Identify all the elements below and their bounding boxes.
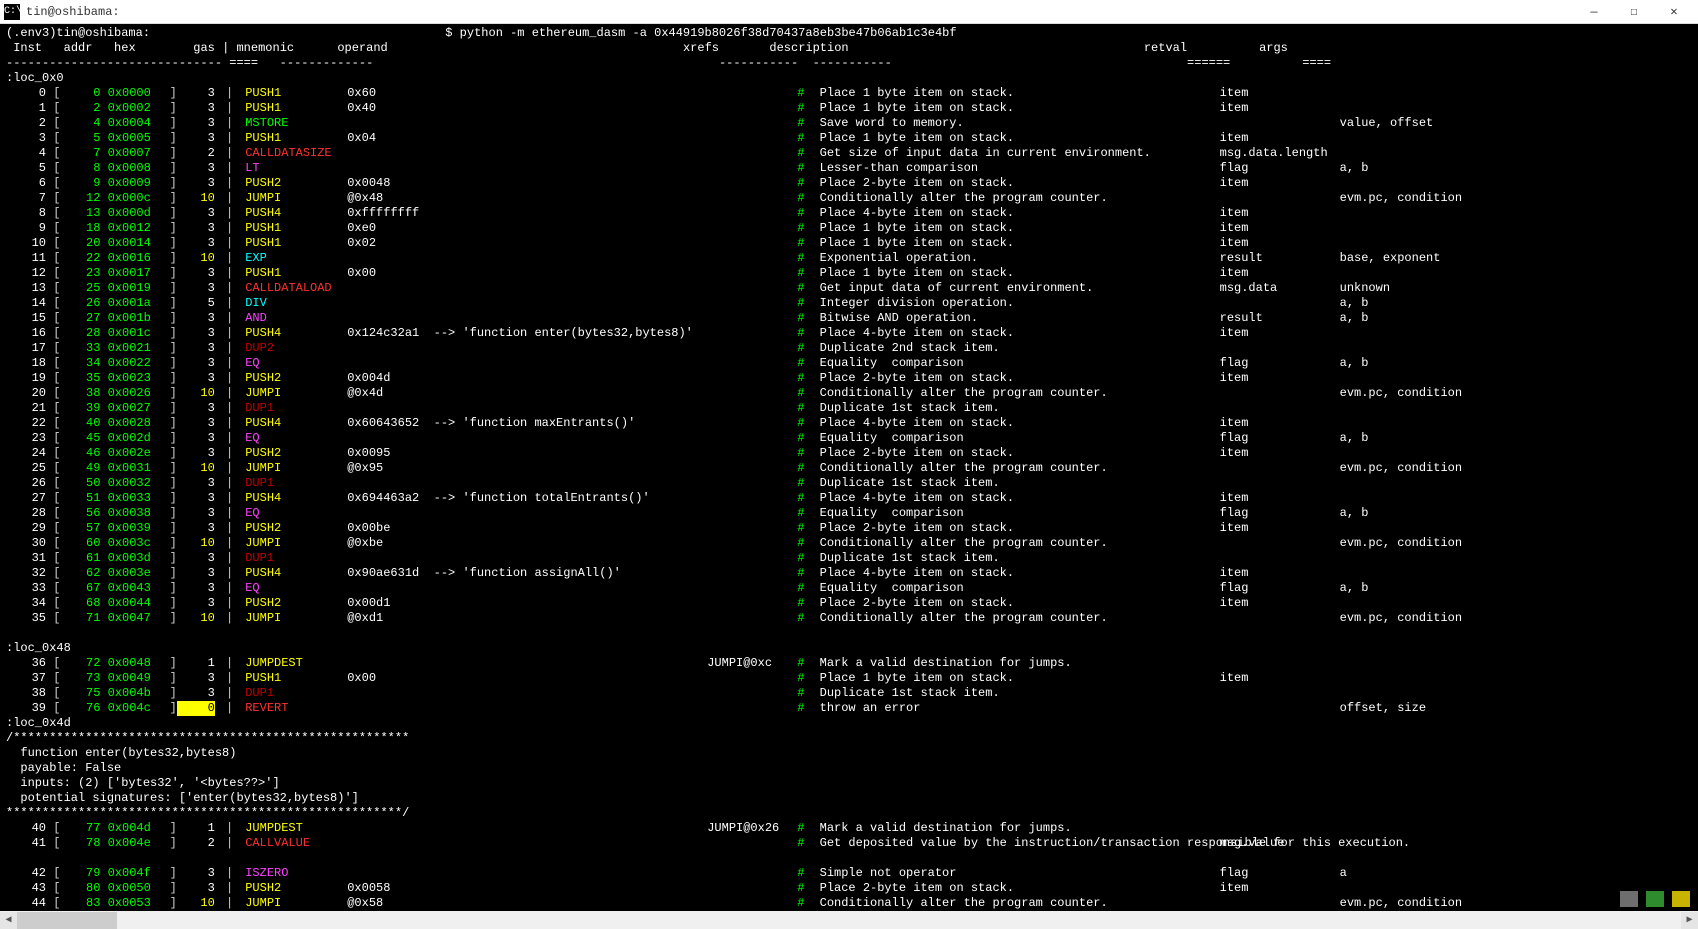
disasm-row: 4 [ 7 0x0007 ] 2 |CALLDATASIZE # Get siz… — [6, 146, 1692, 161]
scroll-thumb[interactable] — [17, 912, 117, 929]
disasm-row: 39 [ 76 0x004c ] 0 |REVERT # throw an er… — [6, 701, 1692, 716]
disasm-row: 12 [ 23 0x0017 ] 3 |PUSH1 0x00 # Place 1… — [6, 266, 1692, 281]
close-button[interactable]: ✕ — [1654, 4, 1694, 19]
disasm-row: 36 [ 72 0x0048 ] 1 |JUMPDEST JUMPI@0xc #… — [6, 656, 1692, 671]
disasm-row: 24 [ 46 0x002e ] 3 |PUSH2 0x0095 # Place… — [6, 446, 1692, 461]
disasm-row: 37 [ 73 0x0049 ] 3 |PUSH1 0x00 # Place 1… — [6, 671, 1692, 686]
disasm-row: 8 [ 13 0x000d ] 3 |PUSH4 0xffffffff # Pl… — [6, 206, 1692, 221]
horizontal-scrollbar[interactable]: ◀ ▶ — [0, 911, 1698, 929]
terminal-line: function enter(bytes32,bytes8) — [6, 746, 1692, 761]
disasm-row: 41 [ 78 0x004e ] 2 |CALLVALUE # Get depo… — [6, 836, 1692, 851]
header-underline: ------------------------------ ==== ----… — [6, 56, 1692, 71]
disasm-row: 14 [ 26 0x001a ] 5 |DIV # Integer divisi… — [6, 296, 1692, 311]
disasm-row: 17 [ 33 0x0021 ] 3 |DUP2 # Duplicate 2nd… — [6, 341, 1692, 356]
disasm-row: 13 [ 25 0x0019 ] 3 |CALLDATALOAD # Get i… — [6, 281, 1692, 296]
disasm-row: 2 [ 4 0x0004 ] 3 |MSTORE # Save word to … — [6, 116, 1692, 131]
disasm-row: 21 [ 39 0x0027 ] 3 |DUP1 # Duplicate 1st… — [6, 401, 1692, 416]
terminal-line: :loc_0x48 — [6, 641, 1692, 656]
disasm-row: 34 [ 68 0x0044 ] 3 |PUSH2 0x00d1 # Place… — [6, 596, 1692, 611]
disasm-row: 42 [ 79 0x004f ] 3 |ISZERO # Simple not … — [6, 866, 1692, 881]
disasm-row: 18 [ 34 0x0022 ] 3 |EQ # Equality compar… — [6, 356, 1692, 371]
terminal-icon: C:\ — [4, 4, 20, 20]
disasm-row: 32 [ 62 0x003e ] 3 |PUSH4 0x90ae631d -->… — [6, 566, 1692, 581]
column-headers: Inst addr hex gas | mnemonic operand xre… — [6, 41, 1692, 56]
terminal-line: /***************************************… — [6, 731, 1692, 746]
window-title: tin@oshibama: — [26, 5, 1574, 19]
disasm-row: 20 [ 38 0x0026 ] 10 |JUMPI @0x4d # Condi… — [6, 386, 1692, 401]
scroll-left-arrow[interactable]: ◀ — [0, 912, 17, 929]
disasm-row: 29 [ 57 0x0039 ] 3 |PUSH2 0x00be # Place… — [6, 521, 1692, 536]
scroll-track[interactable] — [17, 912, 1681, 929]
disasm-row-cont — [6, 851, 1692, 866]
terminal-line — [6, 626, 1692, 641]
disasm-row: 28 [ 56 0x0038 ] 3 |EQ # Equality compar… — [6, 506, 1692, 521]
disasm-row: 25 [ 49 0x0031 ] 10 |JUMPI @0x95 # Condi… — [6, 461, 1692, 476]
disasm-row: 3 [ 5 0x0005 ] 3 |PUSH1 0x04 # Place 1 b… — [6, 131, 1692, 146]
disasm-row: 1 [ 2 0x0002 ] 3 |PUSH1 0x40 # Place 1 b… — [6, 101, 1692, 116]
scroll-right-arrow[interactable]: ▶ — [1681, 912, 1698, 929]
disasm-row: 35 [ 71 0x0047 ] 10 |JUMPI @0xd1 # Condi… — [6, 611, 1692, 626]
disasm-row: 31 [ 61 0x003d ] 3 |DUP1 # Duplicate 1st… — [6, 551, 1692, 566]
system-tray — [1616, 889, 1694, 909]
terminal-line: :loc_0x0 — [6, 71, 1692, 86]
disasm-row: 23 [ 45 0x002d ] 3 |EQ # Equality compar… — [6, 431, 1692, 446]
disasm-row: 11 [ 22 0x0016 ] 10 |EXP # Exponential o… — [6, 251, 1692, 266]
maximize-button[interactable]: ☐ — [1614, 4, 1654, 19]
disasm-row: 16 [ 28 0x001c ] 3 |PUSH4 0x124c32a1 -->… — [6, 326, 1692, 341]
disasm-row: 26 [ 50 0x0032 ] 3 |DUP1 # Duplicate 1st… — [6, 476, 1692, 491]
disasm-row: 27 [ 51 0x0033 ] 3 |PUSH4 0x694463a2 -->… — [6, 491, 1692, 506]
disasm-row: 9 [ 18 0x0012 ] 3 |PUSH1 0xe0 # Place 1 … — [6, 221, 1692, 236]
disasm-row: 43 [ 80 0x0050 ] 3 |PUSH2 0x0058 # Place… — [6, 881, 1692, 896]
terminal-output[interactable]: (.env3)tin@oshibama: $ python -m ethereu… — [0, 24, 1698, 911]
disasm-row: 19 [ 35 0x0023 ] 3 |PUSH2 0x004d # Place… — [6, 371, 1692, 386]
disasm-row: 22 [ 40 0x0028 ] 3 |PUSH4 0x60643652 -->… — [6, 416, 1692, 431]
disasm-row: 7 [ 12 0x000c ] 10 |JUMPI @0x48 # Condit… — [6, 191, 1692, 206]
disasm-row: 15 [ 27 0x001b ] 3 |AND # Bitwise AND op… — [6, 311, 1692, 326]
window-titlebar: C:\ tin@oshibama: — ☐ ✕ — [0, 0, 1698, 24]
tray-monitor-icon[interactable] — [1620, 891, 1638, 907]
terminal-line: potential signatures: ['enter(bytes32,by… — [6, 791, 1692, 806]
disasm-row: 38 [ 75 0x004b ] 3 |DUP1 # Duplicate 1st… — [6, 686, 1692, 701]
disasm-row: 33 [ 67 0x0043 ] 3 |EQ # Equality compar… — [6, 581, 1692, 596]
disasm-row: 0 [ 0 0x0000 ] 3 |PUSH1 0x60 # Place 1 b… — [6, 86, 1692, 101]
terminal-line: :loc_0x4d — [6, 716, 1692, 731]
terminal-line: payable: False — [6, 761, 1692, 776]
terminal-line: ****************************************… — [6, 806, 1692, 821]
terminal-line: (.env3)tin@oshibama: $ python -m ethereu… — [6, 26, 1692, 41]
disasm-row: 5 [ 8 0x0008 ] 3 |LT # Lesser-than compa… — [6, 161, 1692, 176]
tray-shield-icon[interactable] — [1672, 891, 1690, 907]
disasm-row: 44 [ 83 0x0053 ] 10 |JUMPI @0x58 # Condi… — [6, 896, 1692, 911]
disasm-row: 30 [ 60 0x003c ] 10 |JUMPI @0xbe # Condi… — [6, 536, 1692, 551]
disasm-row: 10 [ 20 0x0014 ] 3 |PUSH1 0x02 # Place 1… — [6, 236, 1692, 251]
disasm-row: 6 [ 9 0x0009 ] 3 |PUSH2 0x0048 # Place 2… — [6, 176, 1692, 191]
tray-chat-icon[interactable] — [1646, 891, 1664, 907]
terminal-line: inputs: (2) ['bytes32', '<bytes??>'] — [6, 776, 1692, 791]
minimize-button[interactable]: — — [1574, 5, 1614, 19]
disasm-row: 40 [ 77 0x004d ] 1 |JUMPDEST JUMPI@0x26 … — [6, 821, 1692, 836]
